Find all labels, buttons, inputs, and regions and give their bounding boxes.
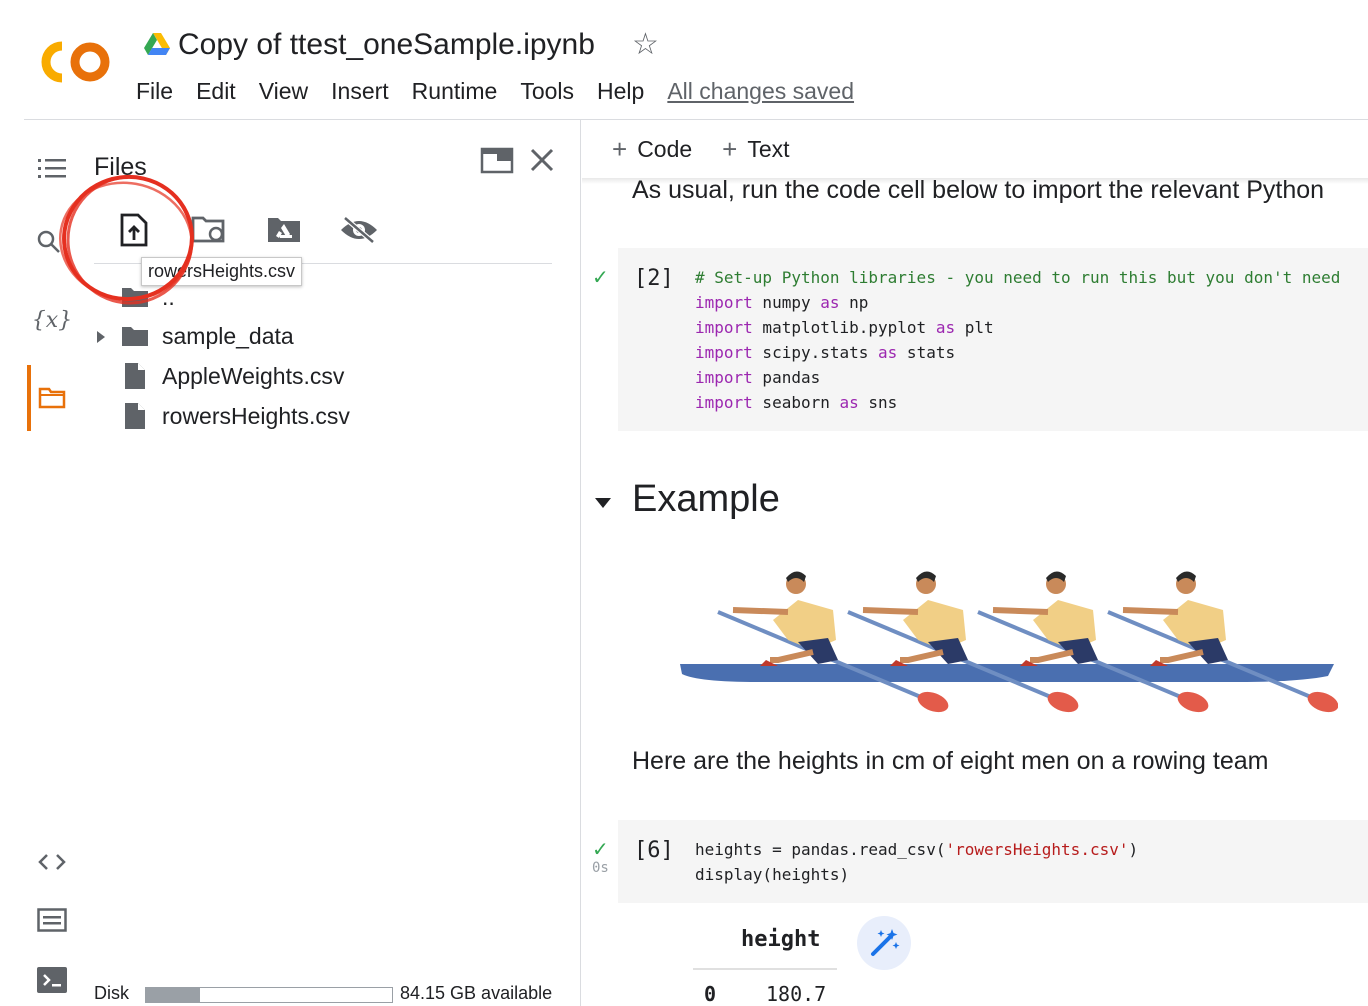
disk-usage-fill — [146, 988, 200, 1002]
rower-figure — [717, 571, 949, 713]
notebook-toolbar: + Code + Text — [612, 134, 820, 165]
tree-item-label: rowersHeights.csv — [162, 402, 350, 429]
table-column-header: height — [741, 927, 821, 952]
menu-help[interactable]: Help — [597, 78, 644, 105]
code-snippets-icon[interactable] — [30, 840, 74, 884]
add-text-button[interactable]: + Text — [722, 134, 789, 165]
menu-insert[interactable]: Insert — [331, 78, 389, 105]
run-success-check-icon[interactable]: ✓ — [592, 837, 609, 862]
save-status-link[interactable]: All changes saved — [667, 78, 854, 105]
code-editor[interactable]: heights = pandas.read_csv('rowersHeights… — [695, 837, 1138, 887]
code-editor[interactable]: # Set-up Python libraries - you need to … — [695, 265, 1340, 415]
colab-logo[interactable] — [40, 40, 112, 89]
table-header-rule — [693, 968, 837, 970]
collapse-section-icon[interactable] — [594, 496, 612, 514]
expand-arrow-icon[interactable] — [96, 323, 118, 350]
tree-item-label: sample_data — [162, 322, 294, 349]
star-icon[interactable]: ☆ — [632, 30, 659, 60]
execution-count: [6] — [634, 838, 674, 863]
plus-icon: + — [612, 134, 628, 164]
table-cell: 180.7 — [766, 982, 827, 1006]
mount-drive-icon[interactable] — [258, 206, 310, 254]
panel-divider[interactable] — [580, 120, 581, 1006]
notebook-title[interactable]: Copy of ttest_oneSample.ipynb — [178, 28, 595, 62]
tree-row-rowersheights[interactable]: rowersHeights.csv — [96, 396, 350, 436]
add-code-label: Code — [637, 136, 693, 162]
add-code-button[interactable]: + Code — [612, 134, 692, 165]
execution-count: [2] — [634, 266, 674, 291]
files-folder-icon[interactable] — [30, 376, 74, 420]
google-drive-icon — [144, 33, 170, 60]
add-text-label: Text — [747, 136, 790, 162]
disk-available: 84.15 GB available — [400, 983, 553, 1003]
run-success-check-icon[interactable]: ✓ — [592, 265, 609, 290]
table-row-index: 0 — [704, 982, 717, 1006]
menu-edit[interactable]: Edit — [196, 78, 236, 105]
terminal-icon[interactable] — [30, 958, 74, 1002]
run-time: 0s — [592, 860, 609, 876]
magic-wand-icon[interactable] — [857, 916, 911, 970]
annotation-circle — [56, 168, 202, 319]
command-palette-icon[interactable] — [30, 898, 74, 942]
menu-view[interactable]: View — [259, 78, 308, 105]
menu-bar: File Edit View Insert Runtime Tools Help… — [136, 78, 854, 105]
close-panel-icon[interactable] — [528, 146, 556, 179]
markdown-intro[interactable]: As usual, run the code cell below to imp… — [632, 176, 1324, 205]
rowers-illustration — [678, 560, 1338, 725]
file-icon — [118, 362, 152, 390]
folder-icon — [118, 325, 152, 347]
plus-icon: + — [722, 134, 738, 164]
disk-label: Disk — [94, 983, 129, 1003]
tree-item-label: AppleWeights.csv — [162, 362, 345, 389]
header-divider — [24, 119, 1368, 120]
menu-tools[interactable]: Tools — [520, 78, 574, 105]
file-icon — [118, 402, 152, 430]
markdown-body[interactable]: Here are the heights in cm of eight men … — [632, 747, 1268, 776]
menu-runtime[interactable]: Runtime — [412, 78, 498, 105]
section-heading[interactable]: Example — [632, 478, 780, 521]
open-in-window-icon[interactable] — [480, 146, 514, 179]
hide-files-icon[interactable] — [333, 206, 385, 254]
tree-row-appleweights[interactable]: AppleWeights.csv — [96, 356, 344, 396]
tree-row-sample-data[interactable]: sample_data — [96, 316, 294, 356]
menu-file[interactable]: File — [136, 78, 173, 105]
